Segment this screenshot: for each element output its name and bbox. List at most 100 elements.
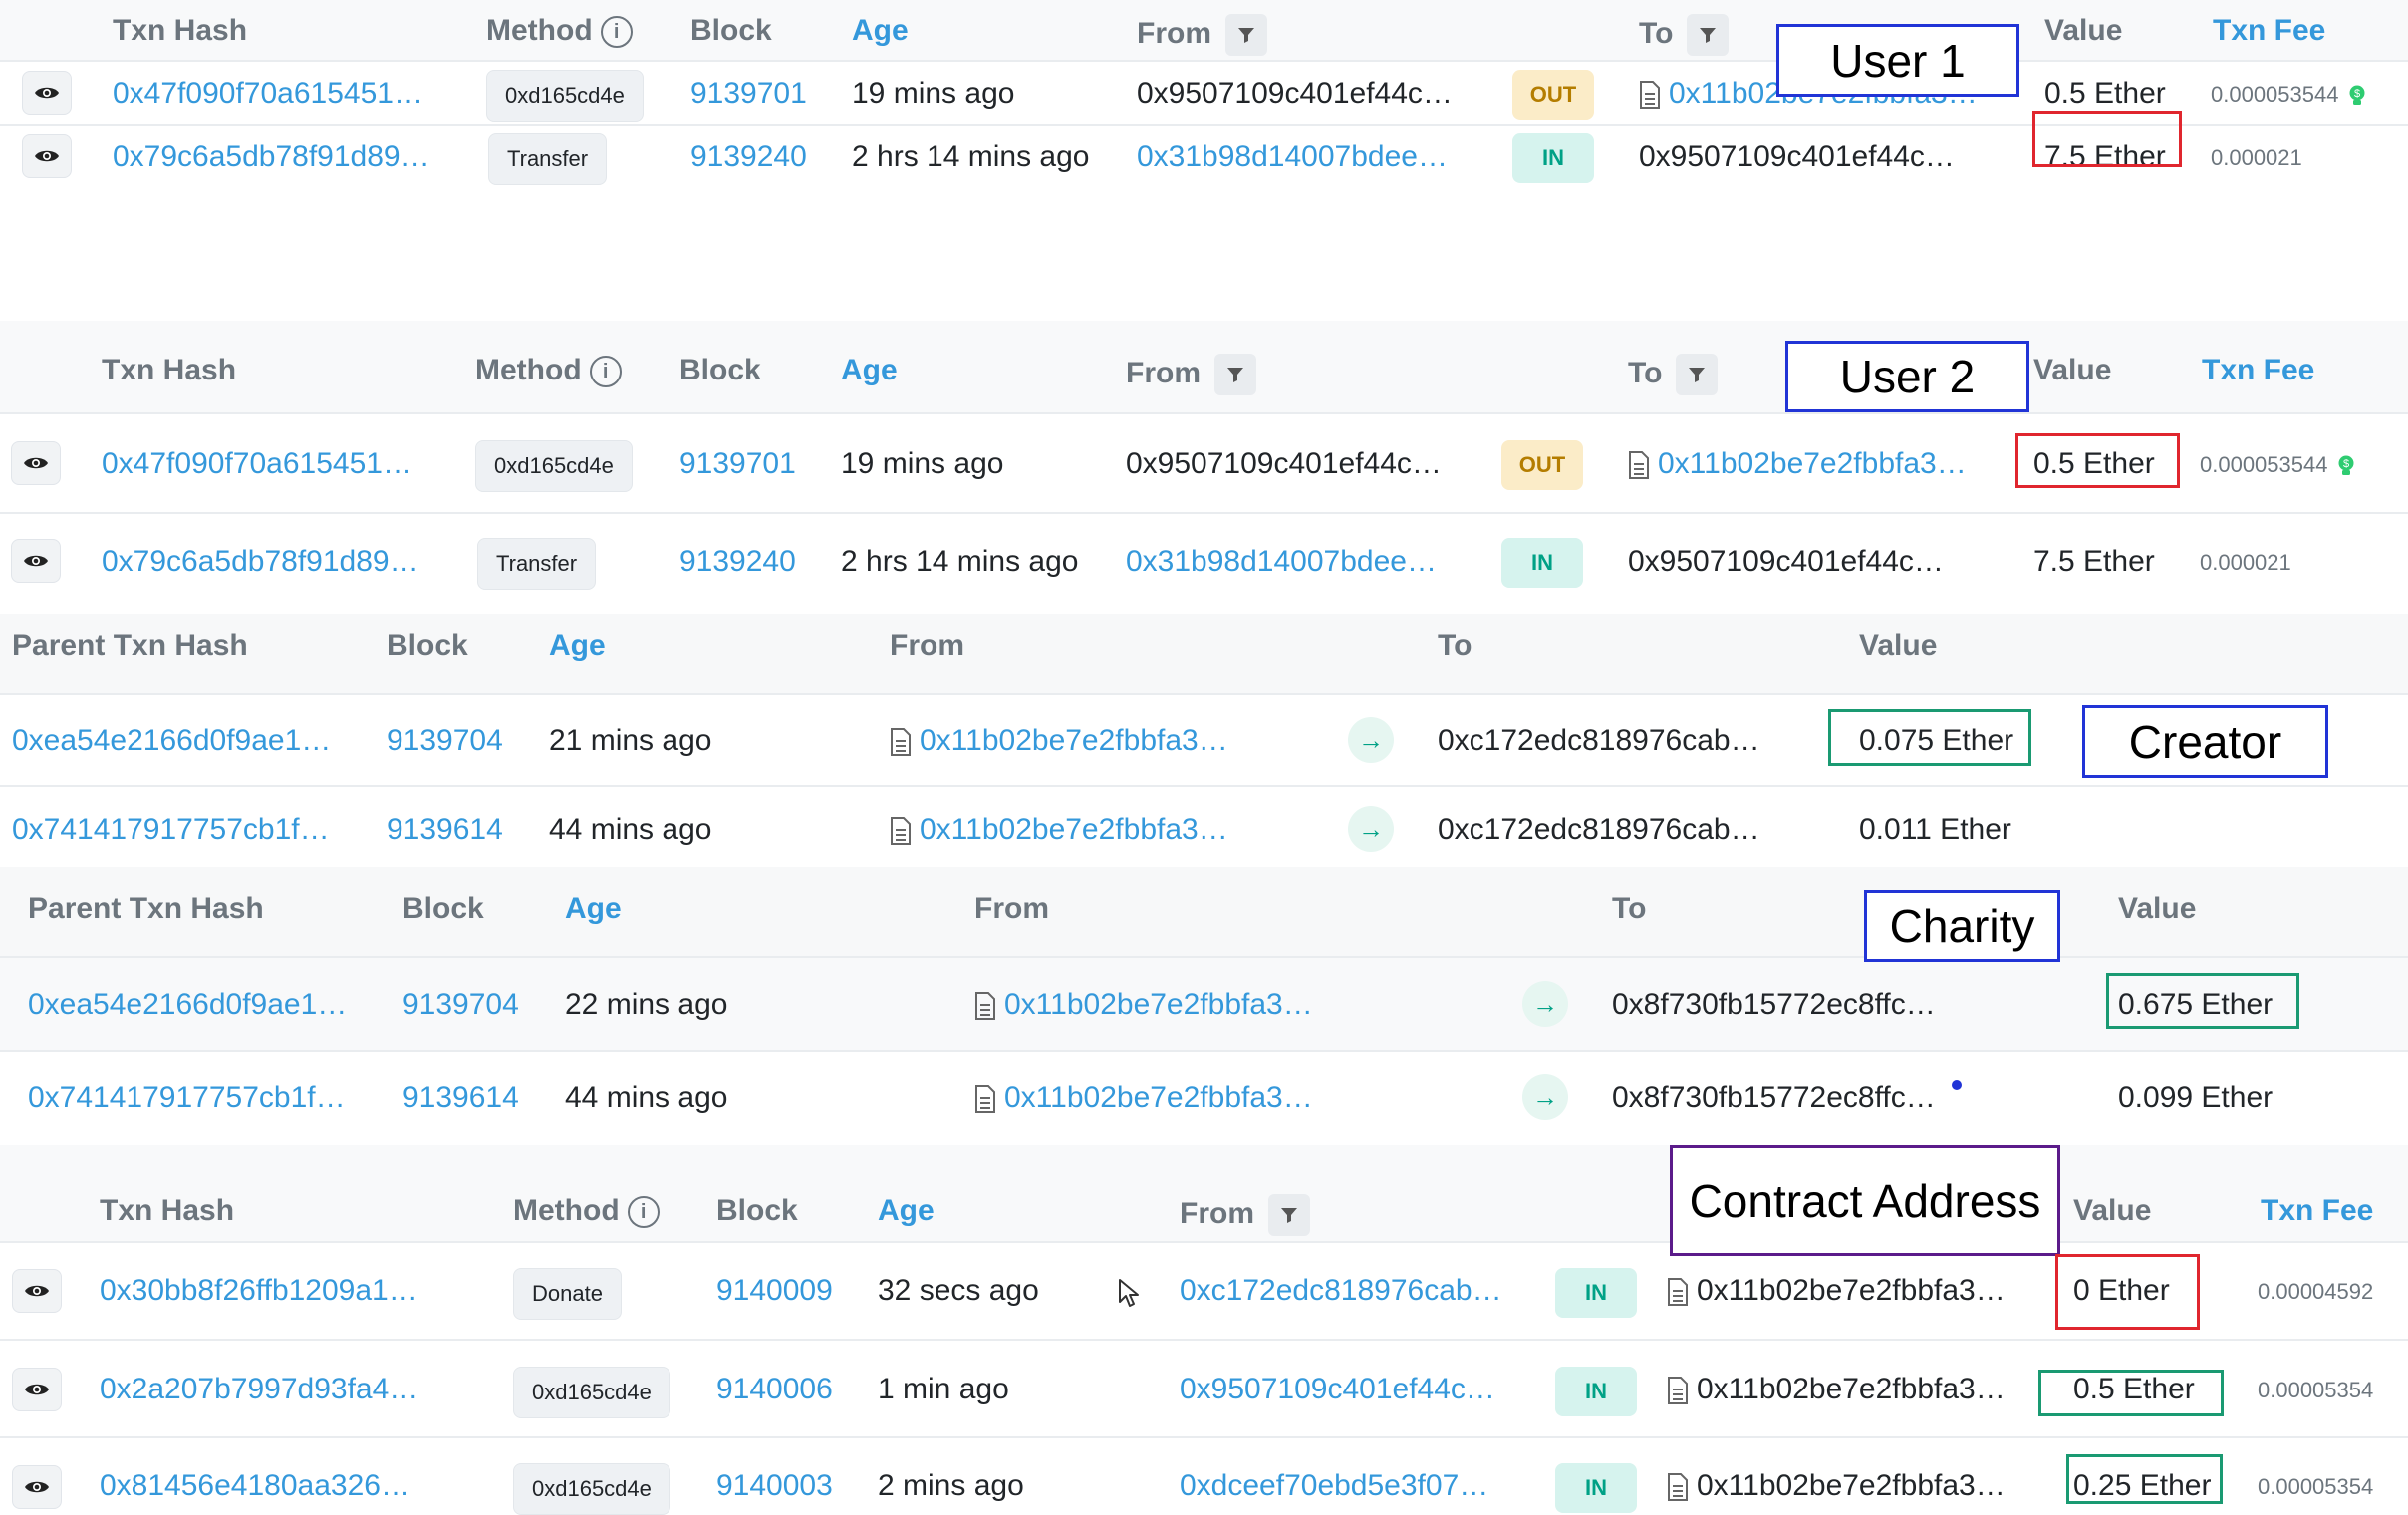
col-age[interactable]: Age xyxy=(565,894,622,924)
from-address-link[interactable]: 0x11b02be7e2fbbfa3… xyxy=(974,1083,1313,1114)
mouse-cursor-icon xyxy=(1119,1279,1139,1307)
arrow-right-icon: → xyxy=(1522,1074,1568,1120)
col-block: Block xyxy=(402,892,484,925)
block-link[interactable]: 9139704 xyxy=(402,990,519,1020)
to-address-link[interactable]: 0x11b02be7e2fbbfa3… xyxy=(1628,449,1967,480)
filter-icon[interactable] xyxy=(1676,354,1719,395)
col-parent-txn-hash: Parent Txn Hash xyxy=(12,630,248,662)
gas-bulb-icon: $ xyxy=(2338,455,2354,476)
block-link[interactable]: 9139240 xyxy=(690,142,807,172)
to-address: 0xc172edc818976cab… xyxy=(1438,724,1760,757)
txn-hash-link[interactable]: 0x2a207b7997d93fa4… xyxy=(100,1375,418,1404)
col-block: Block xyxy=(679,354,761,386)
eye-icon[interactable] xyxy=(22,134,72,178)
age-text: 19 mins ago xyxy=(852,77,1015,110)
col-value: Value xyxy=(2033,354,2112,386)
txn-hash-link[interactable]: 0x79c6a5db78f91d89… xyxy=(102,547,419,577)
from-address-link[interactable]: 0x9507109c401ef44c… xyxy=(1180,1375,1495,1404)
from-address-link[interactable]: 0x31b98d14007bdee… xyxy=(1126,547,1437,577)
document-icon xyxy=(1640,81,1660,110)
parent-txn-hash-link[interactable]: 0x741417917757cb1f… xyxy=(12,815,330,845)
from-address-link[interactable]: 0x11b02be7e2fbbfa3… xyxy=(974,990,1313,1021)
method-badge: Transfer xyxy=(477,538,597,590)
col-txn-hash: Txn Hash xyxy=(102,354,237,386)
col-txn-fee[interactable]: Txn Fee xyxy=(2213,16,2325,46)
block-link[interactable]: 9140009 xyxy=(716,1276,833,1306)
filter-icon[interactable] xyxy=(1268,1194,1310,1236)
table-header: Parent Txn Hash Block Age From To Value xyxy=(0,614,2408,695)
txn-hash-link[interactable]: 0x79c6a5db78f91d89… xyxy=(113,142,430,172)
col-value: Value xyxy=(2118,892,2197,925)
col-from: From xyxy=(1126,354,1256,395)
user1-label: User 1 xyxy=(1776,24,2019,97)
parent-txn-hash-link[interactable]: 0x741417917757cb1f… xyxy=(28,1083,346,1113)
age-text: 44 mins ago xyxy=(549,813,712,846)
col-block: Block xyxy=(690,14,772,47)
value-highlight-box xyxy=(2106,973,2299,1029)
col-age[interactable]: Age xyxy=(841,356,898,385)
txn-hash-link[interactable]: 0x47f090f70a615451… xyxy=(102,449,412,479)
eye-icon[interactable] xyxy=(12,1368,62,1411)
table-row: 0x30bb8f26ffb1209a1… Donate 9140009 32 s… xyxy=(0,1243,2408,1341)
from-address-link[interactable]: 0x11b02be7e2fbbfa3… xyxy=(890,726,1228,757)
value-text: 0.011 Ether xyxy=(1859,813,2011,846)
parent-txn-hash-link[interactable]: 0xea54e2166d0f9ae1… xyxy=(12,726,331,756)
col-age[interactable]: Age xyxy=(878,1196,935,1226)
to-address: 0x9507109c401ef44c… xyxy=(1639,140,1955,173)
from-address: 0x9507109c401ef44c… xyxy=(1137,77,1453,110)
block-link[interactable]: 9139704 xyxy=(387,726,503,756)
document-icon xyxy=(1629,451,1649,480)
filter-icon[interactable] xyxy=(1225,14,1267,56)
eye-icon[interactable] xyxy=(11,539,61,583)
col-age[interactable]: Age xyxy=(852,16,909,46)
txn-fee-text: 0.00004592 xyxy=(2258,1279,2374,1304)
info-icon[interactable]: i xyxy=(589,356,622,388)
to-address: 0x11b02be7e2fbbfa3… xyxy=(1667,1375,2006,1405)
direction-badge: OUT xyxy=(1501,440,1583,490)
col-from: From xyxy=(974,892,1049,925)
age-text: 44 mins ago xyxy=(565,1081,728,1114)
direction-badge: IN xyxy=(1501,538,1583,588)
col-block: Block xyxy=(387,630,468,662)
eye-icon[interactable] xyxy=(11,441,61,485)
filter-icon[interactable] xyxy=(1687,14,1730,56)
col-value: Value xyxy=(1859,630,1938,662)
block-link[interactable]: 9140006 xyxy=(716,1375,833,1404)
filter-icon[interactable] xyxy=(1214,354,1256,395)
direction-badge: IN xyxy=(1555,1463,1637,1513)
txn-hash-link[interactable]: 0x81456e4180aa326… xyxy=(100,1471,410,1501)
eye-icon[interactable] xyxy=(12,1269,62,1313)
col-parent-txn-hash: Parent Txn Hash xyxy=(28,892,264,925)
eye-icon[interactable] xyxy=(12,1465,62,1509)
txn-fee-text: 0.000021 xyxy=(2200,550,2291,575)
value-highlight-box xyxy=(2032,111,2182,167)
txn-hash-link[interactable]: 0x30bb8f26ffb1209a1… xyxy=(100,1276,418,1306)
block-link[interactable]: 9139701 xyxy=(690,79,807,109)
txn-hash-link[interactable]: 0x47f090f70a615451… xyxy=(113,79,423,109)
eye-icon[interactable] xyxy=(22,71,72,115)
block-link[interactable]: 9139240 xyxy=(679,547,796,577)
block-link[interactable]: 9139614 xyxy=(387,815,503,845)
col-to: To xyxy=(1628,354,1719,395)
block-link[interactable]: 9139614 xyxy=(402,1083,519,1113)
from-address-link[interactable]: 0x11b02be7e2fbbfa3… xyxy=(890,815,1228,846)
col-age[interactable]: Age xyxy=(549,631,606,661)
age-text: 32 secs ago xyxy=(878,1274,1039,1307)
from-address-link[interactable]: 0x31b98d14007bdee… xyxy=(1137,142,1448,172)
block-link[interactable]: 9139701 xyxy=(679,449,796,479)
age-text: 2 mins ago xyxy=(878,1469,1024,1502)
col-txn-fee[interactable]: Txn Fee xyxy=(2261,1196,2373,1226)
block-link[interactable]: 9140003 xyxy=(716,1471,833,1501)
arrow-right-icon: → xyxy=(1348,717,1394,763)
from-address-link[interactable]: 0xc172edc818976cab… xyxy=(1180,1276,1502,1306)
info-icon[interactable]: i xyxy=(600,16,633,49)
parent-txn-hash-link[interactable]: 0xea54e2166d0f9ae1… xyxy=(28,990,347,1020)
col-txn-fee[interactable]: Txn Fee xyxy=(2202,356,2314,385)
txn-fee-text: 0.00005354 xyxy=(2258,1474,2374,1499)
age-text: 2 hrs 14 mins ago xyxy=(841,545,1079,578)
charity-label: Charity xyxy=(1864,890,2060,962)
method-badge: Donate xyxy=(513,1268,622,1320)
from-address-link[interactable]: 0xdceef70ebd5e3f07… xyxy=(1180,1471,1488,1501)
info-icon[interactable]: i xyxy=(627,1196,660,1229)
col-to: To xyxy=(1639,14,1730,56)
